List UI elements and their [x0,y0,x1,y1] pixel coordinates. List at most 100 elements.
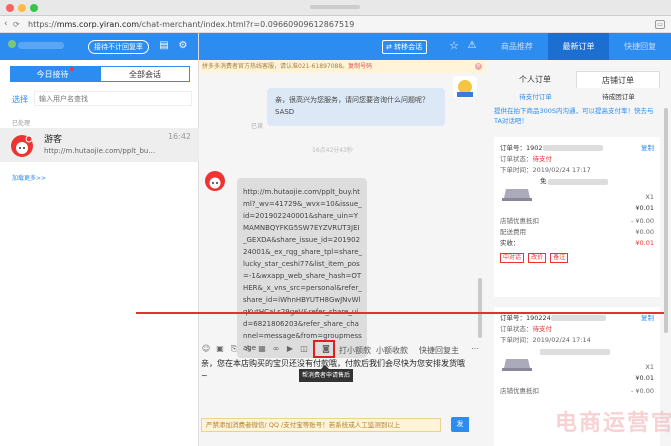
session-search: 选择 [8,91,192,107]
close-icon[interactable]: × [475,63,482,70]
annotation-pointer-line [136,312,664,314]
small-payment-button[interactable]: 打小额款 [339,345,371,356]
reload-icon[interactable]: ⟳ [13,16,20,33]
session-tabs: 今日接待 全部会话 [10,66,190,82]
official-hotline-notice: 拼多多消费者官方热线客服，请认准021-61897088。复制号码 × [199,60,486,73]
message-time: 16点42分43秒 [312,147,353,154]
tab-quick-reply[interactable]: 快捷回复 [609,33,671,60]
filter-unpaid[interactable]: 待支付订单 [494,91,577,103]
customer-avatar [205,171,225,191]
session-name: 游客 [44,135,63,145]
window-title-placeholder [310,5,360,9]
amount-received: ¥0.01 [635,239,654,247]
tab-product-recommend[interactable]: 商品推荐 [486,33,548,60]
coupon-icon[interactable]: ⎘ [229,344,239,354]
product-qty: X1 [645,193,654,201]
product-title: 免 [540,177,547,185]
chat-scrollbar[interactable] [478,278,482,338]
after-sales-tooltip: 帮消费者申请售后 [299,365,354,382]
warning-icon[interactable]: ⚠ [466,40,478,52]
copy-order-button[interactable]: 复制 [641,143,654,154]
more-icon[interactable]: ⋯ [470,344,480,354]
order-action-change-price[interactable]: 改价 [528,253,547,263]
order-number: 订单号：190224 [500,314,551,322]
back-icon[interactable]: ‹ [4,16,8,33]
send-button[interactable]: 发 [451,417,469,432]
copy-number-link[interactable]: 复制号码 [348,63,372,70]
shop-discount: - ¥0.00 [630,387,654,395]
order-action-chat[interactable]: 中对话 [500,253,525,263]
order-time: 下单时间：2019/02/24 17:17 [500,166,591,174]
quick-reply-button[interactable]: 快捷回复主 [419,345,459,356]
rule-warning-bar: 严禁添加消费者微信/ QQ /支付宝等账号！若系统或人工监测到以上 [201,418,441,432]
product-image [502,189,532,201]
minimize-window-button[interactable] [18,4,26,12]
chat-toolbar: ☺ ▣ ⎘ ♙ ▦ ∞ ▶ ◫ ◙ 打小额款 小额收款 快捷回复主 ⋯ [201,344,486,358]
transfer-session-button[interactable]: ⇄ 转移会话 [382,40,428,54]
small-collect-button[interactable]: 小额收款 [376,345,408,356]
order-status: 待支付 [532,155,553,163]
emoji-icon[interactable]: ☺ [201,344,211,354]
section-processed-label: 已处理 [12,120,31,127]
close-window-button[interactable] [6,4,14,12]
url-text[interactable]: https://mms.corp.yiran.com/chat-merchant… [28,16,354,33]
tab-all-sessions[interactable]: 全部会话 [100,66,190,82]
order-tip: 提供在拍下商品300S内沟通，可以提高支付率！快去与TA对话吧！ [494,107,654,125]
order-filter-tabs: 待支付订单 待成团订单 [494,91,660,103]
product-title-masked [540,349,610,355]
right-tabs: 商品推荐 最新订单 快捷回复 [486,33,671,60]
search-filter-label[interactable]: 选择 [12,94,28,105]
order-status: 待支付 [532,325,553,333]
filter-pending-group[interactable]: 待成团订单 [577,91,660,103]
gear-icon[interactable]: ⚙ [177,40,189,52]
image-icon[interactable]: ▣ [215,344,225,354]
maximize-window-button[interactable] [30,4,38,12]
order-card: 订单号：1902 复制 订单状态：待支付 下单时间：2019/02/24 17:1… [494,137,660,297]
delivery-fee: ¥0.00 [635,228,654,236]
window-titlebar [0,0,671,16]
order-action-remark[interactable]: 备注 [550,253,569,263]
product-image [502,359,532,371]
product-title-masked [548,179,608,185]
video-icon[interactable]: ▶ [285,344,295,354]
order-number: 订单号：1902 [500,144,543,152]
session-item[interactable]: 游客 16:42 http://m.hutaojie.com/pplt_bu..… [0,128,199,162]
agent-name [18,42,64,49]
chat-panel: ⇄ 转移会话 ☆ ⚠ 拼多多消费者官方热线客服，请认准021-61897088。… [199,33,486,446]
tab-latest-orders[interactable]: 最新订单 [547,33,610,60]
outgoing-message: 亲，很高兴为您服务，请问您要咨询什么问题呢？SASD [267,88,445,126]
order-time: 下单时间：2019/02/24 17:14 [500,336,591,344]
order-subtabs: 个人订单 店铺订单 [494,71,660,88]
order-number-masked [542,145,603,151]
agent-status-icon [8,40,16,48]
unread-dot-icon [69,67,74,71]
copy-order-button[interactable]: 复制 [641,313,654,324]
product-price: ¥0.01 [635,204,654,212]
link-icon[interactable]: ∞ [271,344,281,354]
load-more-link[interactable]: 加载更多>> [12,173,46,182]
order-panel: 商品推荐 最新订单 快捷回复 个人订单 店铺订单 待支付订单 待成团订单 提供在… [486,33,671,446]
camera-icon[interactable]: ◫ [299,344,309,354]
chat-settings-icon[interactable]: ▤ [158,40,170,52]
incoming-message: http://m.hutaojie.com/pplt_buy.html?_wv=… [237,178,367,358]
address-bar[interactable]: ‹ ⟳ https://mms.corp.yiran.com/chat-merc… [0,16,671,33]
customer-avatar [11,135,33,157]
reply-rate-status-button[interactable]: 接待不计回复率 [88,40,149,54]
search-input[interactable] [34,91,192,106]
star-icon[interactable]: ☆ [448,40,460,52]
extension-icon[interactable]: ▭ [655,20,665,29]
transfer-icon: ⇄ [386,43,395,51]
order-number-masked [550,315,606,321]
session-time: 16:42 [167,132,191,141]
tab-personal-orders[interactable]: 个人订单 [494,71,576,88]
tab-shop-orders[interactable]: 店铺订单 [576,71,660,88]
product-price: ¥0.01 [635,374,654,382]
session-preview: http://m.hutaojie.com/pplt_bu... [44,147,156,155]
order-scrollbar[interactable] [664,108,668,333]
invite-icon[interactable]: ▦ [257,344,267,354]
agent-avatar [453,76,477,98]
gift-icon[interactable]: ♙ [243,344,253,354]
tab-today[interactable]: 今日接待 [10,66,100,82]
after-sales-highlight [313,340,335,358]
session-panel: 接待不计回复率 ▤ ⚙ 今日接待 全部会话 选择 已处理 游客 16:42 ht… [0,33,199,446]
